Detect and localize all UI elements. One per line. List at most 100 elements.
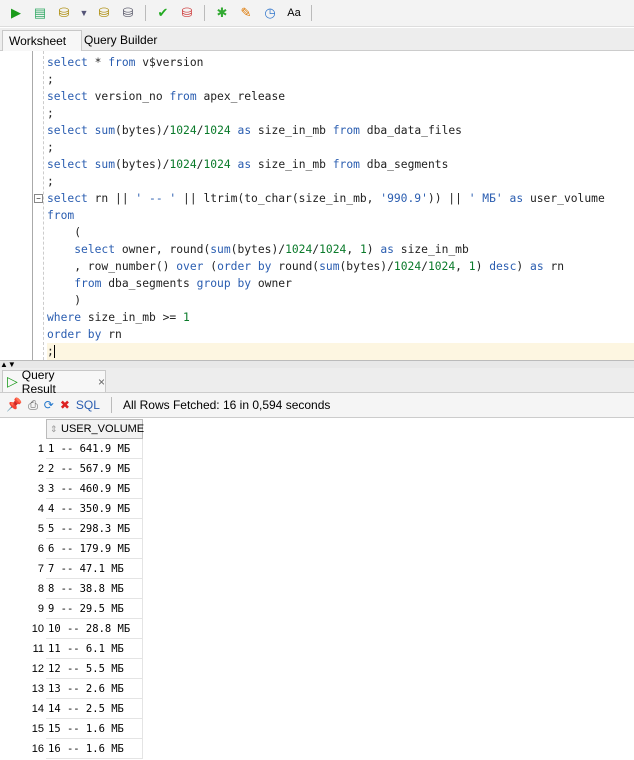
code-token: ; [47,175,54,188]
code-token: ) [475,260,490,273]
code-token: size_in_mb [393,243,469,256]
code-line[interactable]: from [47,207,634,224]
table-row[interactable]: 88 -- 38.8 МБ [0,579,143,599]
cell-user-volume[interactable]: 4 -- 350.9 МБ [46,499,143,519]
dropdown-icon[interactable]: ▼ [79,4,89,22]
refresh-icon[interactable]: ⟳ [44,398,54,412]
code-token: from [74,277,102,290]
code-line[interactable]: where size_in_mb >= 1 [47,309,634,326]
column-header-user-volume[interactable]: ⇕ USER_VOLUME [46,419,144,439]
code-token: size_in_mb [251,124,333,137]
tab-query-result[interactable]: ▷ Query Result × [2,368,106,396]
code-line[interactable]: ) [47,292,634,309]
history-icon[interactable]: ◷ [261,4,279,22]
row-number: 8 [0,579,46,599]
sql-editor[interactable]: − select * from v$version; select version… [0,51,634,360]
code-token: 1024 [169,124,197,137]
code-line[interactable]: ; [47,71,634,88]
code-line[interactable]: ; [47,139,634,156]
cell-user-volume[interactable]: 1 -- 641.9 МБ [46,439,143,459]
code-line[interactable]: select sum(bytes)/1024/1024 as size_in_m… [47,156,634,173]
cell-user-volume[interactable]: 9 -- 29.5 МБ [46,599,143,619]
code-token: from [108,56,136,69]
fold-collapse-icon[interactable]: − [34,194,43,203]
code-line[interactable]: select rn || ' -- ' || ltrim(to_char(siz… [47,190,634,207]
cell-user-volume[interactable]: 8 -- 38.8 МБ [46,579,143,599]
code-line[interactable]: select sum(bytes)/1024/1024 as size_in_m… [47,122,634,139]
table-row[interactable]: 44 -- 350.9 МБ [0,499,143,519]
cell-user-volume[interactable]: 14 -- 2.5 МБ [46,699,143,719]
table-row[interactable]: 99 -- 29.5 МБ [0,599,143,619]
code-line[interactable]: ( [47,224,634,241]
code-token: ) [47,294,82,307]
table-row[interactable]: 55 -- 298.3 МБ [0,519,143,539]
cancel-query-icon[interactable]: ✖ [60,398,70,412]
row-number: 5 [0,519,46,539]
cell-user-volume[interactable]: 6 -- 179.9 МБ [46,539,143,559]
sql-link[interactable]: SQL [76,398,100,412]
close-icon[interactable]: × [98,375,105,389]
code-line[interactable]: ; [47,105,634,122]
explain-plan-icon[interactable]: ⛁ [95,4,113,22]
cell-user-volume[interactable]: 3 -- 460.9 МБ [46,479,143,499]
cell-user-volume[interactable]: 11 -- 6.1 МБ [46,639,143,659]
cell-user-volume[interactable]: 16 -- 1.6 МБ [46,739,143,759]
code-token: sum [319,260,340,273]
cell-user-volume[interactable]: 5 -- 298.3 МБ [46,519,143,539]
code-line[interactable]: select version_no from apex_release [47,88,634,105]
code-token: sum [94,158,116,171]
cell-user-volume[interactable]: 13 -- 2.6 МБ [46,679,143,699]
table-row[interactable]: 15 15 -- 1.6 МБ [0,719,143,739]
cell-user-volume[interactable]: 2 -- 567.9 МБ [46,459,143,479]
row-number: 1 [0,439,46,459]
row-number: 10 [0,619,46,639]
table-row[interactable]: 11 -- 641.9 МБ [0,439,143,459]
table-row[interactable]: 14 14 -- 2.5 МБ [0,699,143,719]
commit-db-icon[interactable]: ✔ [154,4,172,22]
table-row[interactable]: 11 11 -- 6.1 МБ [0,639,143,659]
run-script-icon[interactable]: ▤ [31,4,49,22]
code-token: 1024 [427,260,456,273]
code-line[interactable]: select * from v$version [47,54,634,71]
run-statement-icon[interactable]: ▶ [7,4,25,22]
table-row[interactable]: 16 16 -- 1.6 МБ [0,739,143,759]
table-row[interactable]: 10 10 -- 28.8 МБ [0,619,143,639]
table-row[interactable]: 12 12 -- 5.5 МБ [0,659,143,679]
code-line[interactable]: order by rn [47,326,634,343]
table-row[interactable]: 13 13 -- 2.6 МБ [0,679,143,699]
clear-icon[interactable]: ✎ [237,4,255,22]
autotrace-icon[interactable]: ⛁ [119,4,137,22]
table-row[interactable]: 66 -- 179.9 МБ [0,539,143,559]
cell-user-volume[interactable]: 15 -- 1.6 МБ [46,719,143,739]
sort-icon[interactable]: ⇕ [50,420,58,438]
table-row[interactable]: 33 -- 460.9 МБ [0,479,143,499]
row-number: 15 [0,719,46,739]
code-token: select [47,124,88,137]
fold-gutter [33,51,44,360]
cell-user-volume[interactable]: 7 -- 47.1 МБ [46,559,143,579]
code-token: (bytes)/ [115,158,170,171]
code-token: ( [203,260,218,273]
format-case-icon[interactable]: Aa [285,4,303,22]
code-line[interactable]: , row_number() over (order by round(sum(… [47,258,634,275]
tab-query-builder[interactable]: Query Builder [78,30,163,50]
code-token: select [47,56,88,69]
code-token: 1 [183,311,190,324]
cell-user-volume[interactable]: 12 -- 5.5 МБ [46,659,143,679]
table-row[interactable]: 22 -- 567.9 МБ [0,459,143,479]
rollback-db-icon[interactable]: ⛁ [178,4,196,22]
code-line[interactable]: from dba_segments group by owner [47,275,634,292]
cell-user-volume[interactable]: 10 -- 28.8 МБ [46,619,143,639]
pin-icon[interactable]: 📌 [6,397,22,413]
table-row[interactable]: 77 -- 47.1 МБ [0,559,143,579]
tab-worksheet[interactable]: Worksheet [2,30,82,51]
commit-icon[interactable]: ⛁ [55,4,73,22]
code-area[interactable]: select * from v$version; select version_n… [47,54,634,360]
code-line[interactable]: ; [47,173,634,190]
code-line[interactable]: ; [47,343,634,360]
sql-tuning-icon[interactable]: ✱ [213,4,231,22]
code-line[interactable]: select owner, round(sum(bytes)/1024/1024… [47,241,634,258]
print-icon[interactable]: ⎙ [28,398,38,413]
